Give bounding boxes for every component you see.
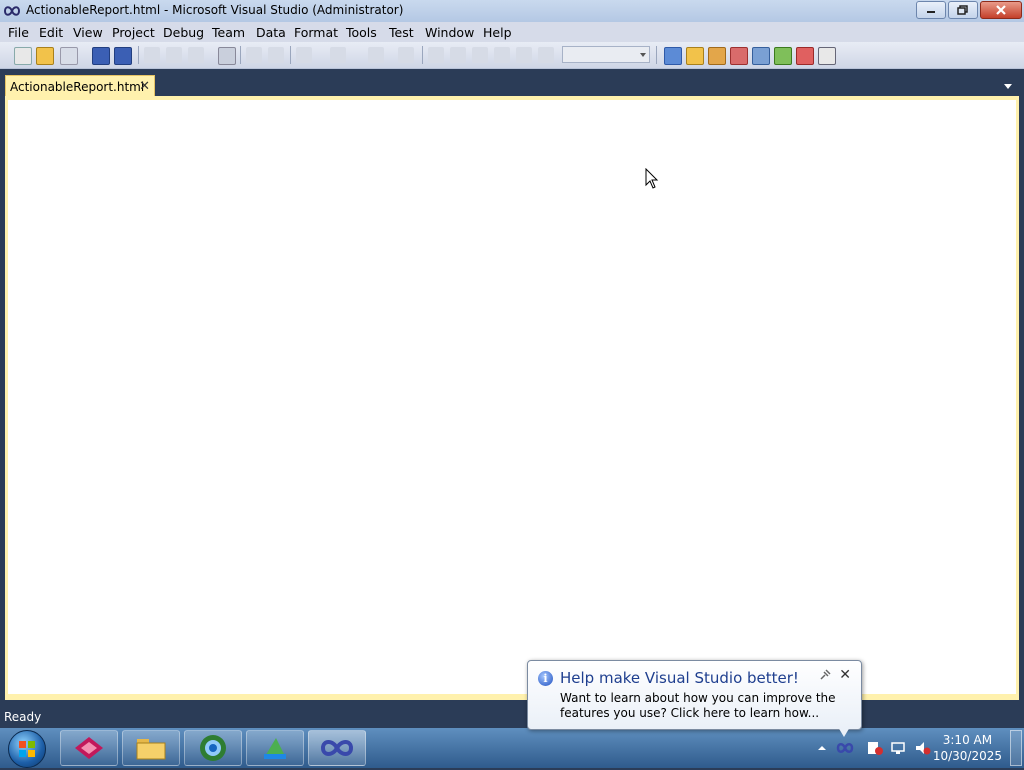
undo-icon[interactable]: [296, 47, 312, 63]
menu-test[interactable]: Test: [389, 25, 414, 40]
taskbar-visual-studio-installer[interactable]: [60, 730, 118, 766]
visual-studio-tray-icon[interactable]: [836, 740, 854, 756]
taskbar-file-explorer[interactable]: [122, 730, 180, 766]
taskbar-browser[interactable]: [184, 730, 242, 766]
taskbar-visual-studio[interactable]: [308, 730, 366, 766]
comment-icon[interactable]: [246, 47, 262, 63]
toolbar-options-icon[interactable]: [838, 47, 848, 63]
menu-debug[interactable]: Debug: [163, 25, 204, 40]
tab-actionable-report[interactable]: ActionableReport.html ✕: [5, 75, 155, 97]
standard-toolbar: [0, 42, 1024, 69]
clock-time: 3:10 AM: [942, 733, 993, 747]
mouse-cursor-icon: [645, 168, 659, 189]
navigate-backward-icon[interactable]: [368, 47, 384, 63]
menu-data[interactable]: Data: [256, 25, 286, 40]
solution-explorer-icon[interactable]: [686, 47, 704, 65]
visual-studio-icon: [320, 740, 354, 756]
menu-view[interactable]: View: [73, 25, 103, 40]
notification-pointer: [838, 727, 850, 737]
minimize-icon: [927, 11, 935, 13]
visual-studio-icon: [3, 6, 21, 16]
windows-logo-icon: [19, 741, 35, 757]
clock-date: 10/30/2025: [932, 749, 1002, 763]
toolbar-separator: [656, 46, 657, 64]
show-hidden-icons-icon[interactable]: [814, 740, 830, 756]
open-file-icon[interactable]: [36, 47, 54, 65]
html-editor[interactable]: [8, 100, 1016, 694]
volume-muted-icon[interactable]: [914, 740, 931, 756]
notification-close-icon[interactable]: ✕: [839, 667, 851, 683]
menu-tools[interactable]: Tools: [346, 25, 377, 40]
step-over-icon[interactable]: [516, 47, 532, 63]
stop-icon[interactable]: [472, 47, 488, 63]
navigate-forward-icon[interactable]: [398, 47, 414, 63]
find-icon[interactable]: [218, 47, 236, 65]
status-bar: Ready: [0, 706, 1024, 728]
close-tab-icon[interactable]: ✕: [139, 79, 150, 94]
save-icon[interactable]: [92, 47, 110, 65]
menu-project[interactable]: Project: [112, 25, 155, 40]
add-item-icon[interactable]: [60, 47, 78, 65]
menu-window[interactable]: Window: [425, 25, 474, 40]
network-icon[interactable]: [890, 740, 906, 756]
toolbar-separator: [138, 46, 139, 64]
info-icon: i: [538, 671, 553, 686]
notification-balloon[interactable]: i Help make Visual Studio better! ✕ Want…: [527, 660, 862, 730]
status-text: Ready: [4, 710, 42, 724]
close-icon: [996, 5, 1006, 15]
step-out-icon[interactable]: [538, 47, 554, 63]
new-project-icon[interactable]: [14, 47, 32, 65]
properties-icon[interactable]: [708, 47, 726, 65]
action-center-icon[interactable]: [866, 740, 883, 756]
cut-icon[interactable]: [144, 47, 160, 63]
restore-button[interactable]: [948, 1, 978, 19]
pause-icon[interactable]: [450, 47, 466, 63]
error-list-icon[interactable]: [796, 47, 814, 65]
copy-icon[interactable]: [166, 47, 182, 63]
toolbox-icon[interactable]: [752, 47, 770, 65]
solution-configuration-dropdown[interactable]: [562, 46, 650, 63]
menu-format[interactable]: Format: [294, 25, 338, 40]
notification-title[interactable]: Help make Visual Studio better!: [560, 669, 799, 687]
globe-icon: [200, 735, 226, 761]
uncomment-icon[interactable]: [268, 47, 284, 63]
project-tool-icon: [264, 738, 286, 759]
paste-icon[interactable]: [188, 47, 204, 63]
chevron-down-icon: [640, 53, 646, 57]
toolbar-separator: [422, 46, 423, 64]
tab-label: ActionableReport.html: [10, 80, 145, 94]
notification-message[interactable]: Want to learn about how you can improve …: [560, 691, 856, 721]
taskbar-project-tool[interactable]: [246, 730, 304, 766]
system-clock[interactable]: 3:10 AM 10/30/2025: [933, 732, 1002, 764]
close-window-button[interactable]: [980, 1, 1022, 19]
restore-icon: [957, 5, 968, 15]
redo-icon[interactable]: [330, 47, 346, 63]
show-desktop-button[interactable]: [1010, 730, 1022, 766]
menu-help[interactable]: Help: [483, 25, 512, 40]
save-all-icon[interactable]: [114, 47, 132, 65]
options-icon[interactable]: [819, 669, 831, 684]
toolbar-separator: [240, 46, 241, 64]
tab-list-dropdown-icon[interactable]: [1004, 84, 1012, 89]
minimize-button[interactable]: [916, 1, 946, 19]
object-browser-icon[interactable]: [730, 47, 748, 65]
menu-team[interactable]: Team: [212, 25, 245, 40]
installer-icon: [75, 737, 103, 759]
start-button[interactable]: [8, 730, 46, 768]
window-title: ActionableReport.html - Microsoft Visual…: [26, 3, 404, 17]
menu-edit[interactable]: Edit: [39, 25, 63, 40]
folder-icon: [136, 739, 166, 760]
menu-bar: File Edit View Project Debug Team Data F…: [0, 22, 1024, 42]
menu-file[interactable]: File: [8, 25, 29, 40]
toolbar-separator: [290, 46, 291, 64]
start-page-icon[interactable]: [818, 47, 836, 65]
team-explorer-icon[interactable]: [774, 47, 792, 65]
start-debugging-icon[interactable]: [428, 47, 444, 63]
step-into-icon[interactable]: [494, 47, 510, 63]
find-in-files-icon[interactable]: [664, 47, 682, 65]
title-bar: ActionableReport.html - Microsoft Visual…: [0, 0, 1024, 22]
